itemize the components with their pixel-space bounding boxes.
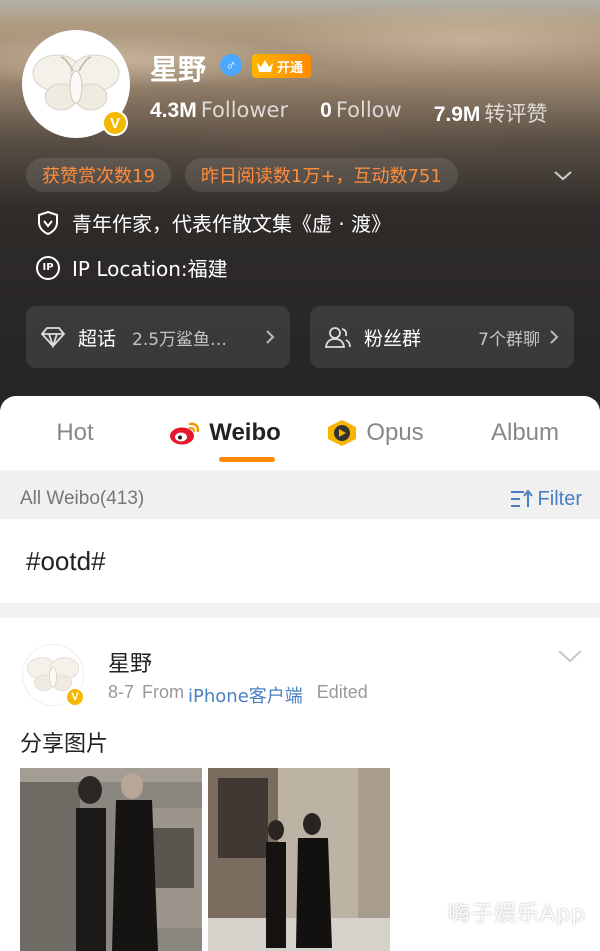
- profile-header: V 星野 ♂ 开通 4.3M Follower 0 Follow 7.9M 转评赞 获…: [0, 0, 600, 410]
- all-weibo-count: All Weibo(413): [20, 488, 145, 509]
- chevron-right-icon: [550, 330, 559, 344]
- filter-icon: [510, 489, 533, 507]
- bio-text: 青年作家，代表作散文集《虚 · 渡》: [72, 212, 392, 236]
- super-topic-card[interactable]: 超话 2.5万鲨鱼…: [26, 306, 290, 368]
- diamond-icon: [40, 327, 66, 348]
- topic-hashtag[interactable]: #ootd#: [0, 519, 600, 603]
- post-author-avatar[interactable]: V: [22, 644, 85, 707]
- pill-tips-count[interactable]: 获赞赏次数19: [26, 158, 171, 192]
- group-users-icon: [324, 327, 351, 348]
- photo-image: [20, 768, 202, 951]
- post-source[interactable]: iPhone客户端: [188, 682, 303, 708]
- ip-icon: IP: [36, 255, 60, 280]
- stat-label: Follow: [335, 98, 402, 122]
- tab-album[interactable]: Album: [450, 396, 600, 470]
- card-value: 7个群聊: [478, 329, 540, 350]
- active-tab-indicator: [219, 457, 275, 462]
- filter-label: Filter: [537, 487, 582, 510]
- post-edited: Edited: [316, 682, 368, 702]
- tab-label: Opus: [366, 419, 424, 446]
- post-date: 8-7: [108, 682, 135, 702]
- weibo-filter-bar: All Weibo(413) Filter: [0, 472, 600, 526]
- shield-verified-icon: [38, 210, 58, 235]
- stat-value: 4.3M: [150, 99, 197, 122]
- chevron-right-icon: [266, 330, 275, 344]
- card-title: 粉丝群: [364, 327, 422, 350]
- vip-open-button[interactable]: 开通: [252, 54, 312, 78]
- chevron-down-icon[interactable]: [556, 646, 584, 666]
- tab-opus[interactable]: Opus: [300, 396, 450, 470]
- stat-reposts-comments-likes[interactable]: 7.9M 转评赞: [434, 98, 548, 128]
- bio-row: 青年作家，代表作散文集《虚 · 渡》: [36, 208, 391, 237]
- opus-play-badge-icon: [328, 420, 357, 446]
- post-from-label: From: [142, 682, 185, 702]
- profile-name: 星野: [150, 53, 207, 86]
- card-title: 超话: [78, 327, 117, 350]
- photo-image: [208, 768, 390, 951]
- fan-group-card[interactable]: 粉丝群 7个群聊: [310, 306, 574, 368]
- filter-button[interactable]: Filter: [510, 488, 582, 511]
- stat-value: 0: [320, 99, 332, 122]
- male-gender-icon: ♂: [220, 54, 242, 76]
- achievement-pills: 获赞赏次数19 昨日阅读数1万+，互动数751: [26, 158, 458, 192]
- post-photo-2[interactable]: [208, 768, 390, 951]
- post-text: 分享图片: [20, 732, 109, 757]
- verified-badge-icon: V: [102, 110, 128, 136]
- tab-hot[interactable]: Hot: [0, 396, 150, 470]
- moth-avatar-image: [32, 54, 120, 111]
- post-photo-1[interactable]: [20, 768, 202, 951]
- crown-icon: [257, 60, 273, 72]
- pill-daily-reads[interactable]: 昨日阅读数1万+，互动数751: [184, 158, 458, 192]
- tab-label: Weibo: [209, 419, 281, 446]
- chevron-down-icon[interactable]: [552, 164, 574, 186]
- profile-tabs: Hot Weibo Opus Album: [0, 396, 600, 470]
- stat-label: Follower: [200, 98, 289, 122]
- profile-avatar[interactable]: V: [22, 30, 130, 138]
- stat-followers[interactable]: 4.3M Follower: [150, 98, 288, 128]
- verified-badge-icon: V: [65, 687, 85, 707]
- weibo-logo-icon: [170, 422, 200, 445]
- stat-label: 转评赞: [484, 102, 548, 126]
- vip-open-label: 开通: [277, 60, 304, 76]
- stat-following[interactable]: 0 Follow: [320, 98, 402, 128]
- stat-value: 7.9M: [433, 103, 481, 126]
- profile-stats: 4.3M Follower 0 Follow 7.9M 转评赞: [150, 98, 547, 128]
- tab-weibo[interactable]: Weibo: [150, 396, 300, 470]
- watermark-text: 嗨子娱乐App: [448, 902, 586, 927]
- post-author-name[interactable]: 星野: [108, 646, 152, 678]
- tab-label: Album: [490, 419, 560, 446]
- post-meta: 8-7 From iPhone客户端 Edited: [108, 682, 368, 708]
- card-value: 2.5万鲨鱼…: [132, 329, 228, 350]
- ip-location-text: IP Location:福建: [72, 257, 228, 281]
- tab-label: Hot: [56, 419, 94, 446]
- ip-location-row: IP IP Location:福建: [36, 253, 228, 282]
